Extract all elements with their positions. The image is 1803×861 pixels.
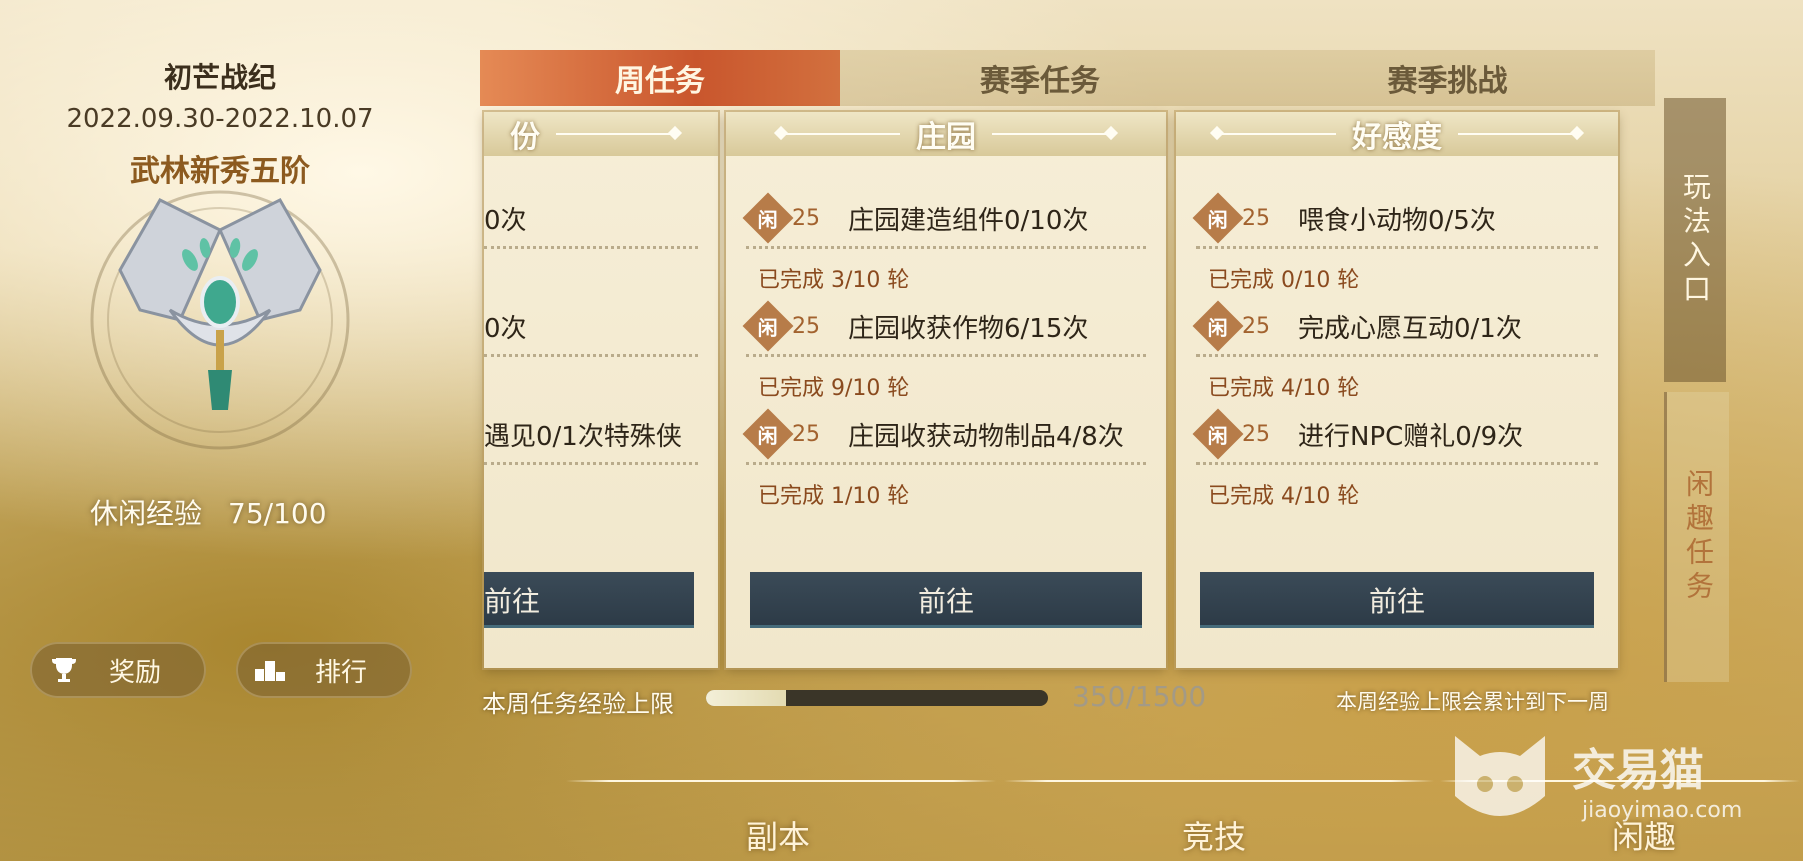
- nav-dungeon[interactable]: 副本: [746, 812, 810, 858]
- task-points: 25: [1242, 421, 1270, 447]
- task-points: 25: [1242, 313, 1270, 339]
- task-name: 0次: [484, 205, 527, 236]
- task-progress: 已完成 4/10 轮: [1208, 484, 1360, 509]
- task-card-affinity: 好感度 闲 25 喂食小动物0/5次 已完成 0/10 轮 闲 25 完成心愿互…: [1176, 112, 1618, 668]
- card-title: 好感度: [1352, 120, 1442, 155]
- task-points: 25: [792, 313, 820, 339]
- season-rank: 武林新秀五阶: [130, 154, 310, 189]
- divider: [484, 354, 698, 357]
- ranking-button[interactable]: 排行: [236, 642, 412, 698]
- divider: [746, 246, 1146, 249]
- weekly-exp-fill: [706, 690, 786, 706]
- trophy-icon: [44, 650, 84, 690]
- header-ornament: [992, 133, 1112, 135]
- leisure-exp-value: 75/100: [228, 497, 327, 530]
- divider: [1196, 246, 1598, 249]
- task-item: 闲 25 庄园收获动物制品4/8次 已完成 1/10 轮: [742, 394, 1146, 509]
- ranking-label: 排行: [314, 657, 367, 688]
- weekly-exp-value: 350/1500: [1072, 680, 1207, 713]
- card-title: 庄园: [916, 120, 976, 155]
- task-item: 闲 25 完成心愿互动0/1次 已完成 4/10 轮: [1192, 286, 1598, 401]
- rank-emblem-icon: [90, 190, 350, 450]
- task-progress: 已完成 1/10 轮: [758, 484, 910, 509]
- divider: [484, 246, 698, 249]
- tab-weekly-tasks[interactable]: 周任务: [480, 50, 840, 106]
- leisure-badge-icon: 闲: [1192, 408, 1244, 460]
- divider: [746, 354, 1146, 357]
- task-name: 庄园收获作物6/15次: [848, 313, 1089, 344]
- nav-arena[interactable]: 竞技: [1182, 812, 1246, 858]
- reward-button[interactable]: 奖励: [30, 642, 206, 698]
- go-button[interactable]: 前往: [1200, 572, 1594, 628]
- task-points: 25: [1242, 205, 1270, 231]
- divider: [1196, 462, 1598, 465]
- go-button[interactable]: 前往: [750, 572, 1142, 628]
- podium-icon: [250, 650, 290, 690]
- task-item: 0次: [484, 178, 698, 286]
- task-card-manor: 庄园 闲 25 庄园建造组件0/10次 已完成 3/10 轮 闲 25 庄园收获…: [726, 112, 1166, 668]
- tab-season-tasks[interactable]: 赛季任务: [840, 50, 1240, 106]
- weekly-exp-note: 本周经验上限会累计到下一周: [1336, 690, 1609, 714]
- leisure-badge-icon: 闲: [742, 192, 794, 244]
- divider: [746, 462, 1146, 465]
- nav-divider: [566, 780, 996, 782]
- watermark-url: jiaoyimao.com: [1582, 798, 1743, 823]
- header-ornament: [1216, 133, 1336, 135]
- leisure-badge-icon: 闲: [1192, 300, 1244, 352]
- leisure-badge-icon: 闲: [1192, 192, 1244, 244]
- reward-label: 奖励: [108, 657, 161, 688]
- weekly-exp-label: 本周任务经验上限: [482, 690, 674, 718]
- side-tab-label: 玩法入口: [1679, 172, 1712, 308]
- task-name: 0次: [484, 313, 527, 344]
- header-ornament: [780, 133, 900, 135]
- tab-season-challenge[interactable]: 赛季挑战: [1240, 50, 1655, 106]
- go-button[interactable]: 前往: [484, 572, 694, 628]
- divider: [484, 462, 698, 465]
- task-points: 25: [792, 205, 820, 231]
- divider: [1196, 354, 1598, 357]
- side-tab-label: 闲趣任务: [1682, 469, 1715, 605]
- season-title: 初芒战纪: [163, 61, 276, 94]
- task-name: 完成心愿互动0/1次: [1298, 313, 1522, 344]
- task-item: 0次: [484, 286, 698, 394]
- task-item: 闲 25 喂食小动物0/5次 已完成 0/10 轮: [1192, 178, 1598, 293]
- task-item: 闲 25 进行NPC赠礼0/9次 已完成 4/10 轮: [1192, 394, 1598, 509]
- card-title: 份: [510, 120, 540, 155]
- card-header: 庄园: [726, 112, 1166, 156]
- task-name: 庄园收获动物制品4/8次: [848, 421, 1124, 452]
- task-name: 遇见0/1次特殊侠: [484, 421, 682, 452]
- leisure-exp: 休闲经验 75/100: [90, 492, 327, 532]
- side-tab-leisure-tasks[interactable]: 闲趣任务: [1664, 392, 1729, 682]
- header-ornament: [1458, 133, 1578, 135]
- task-name: 庄园建造组件0/10次: [848, 205, 1089, 236]
- task-card-partial: 份 0次 0次 遇见0/1次特殊侠 前往: [484, 112, 718, 668]
- task-item: 闲 25 庄园收获作物6/15次 已完成 9/10 轮: [742, 286, 1146, 401]
- task-name: 喂食小动物0/5次: [1298, 205, 1496, 236]
- season-dates: 2022.09.30-2022.10.07: [66, 104, 374, 134]
- task-item: 闲 25 庄园建造组件0/10次 已完成 3/10 轮: [742, 178, 1146, 293]
- card-header: 好感度: [1176, 112, 1618, 156]
- side-tab-play-entry[interactable]: 玩法入口: [1664, 98, 1726, 382]
- leisure-badge-icon: 闲: [742, 408, 794, 460]
- watermark-brand: 交易猫: [1572, 745, 1704, 796]
- task-tabbar: 周任务 赛季任务 赛季挑战: [480, 50, 1655, 106]
- watermark-cat-icon: [1455, 736, 1545, 816]
- task-name: 进行NPC赠礼0/9次: [1298, 421, 1524, 452]
- weekly-exp-bar: [706, 690, 1048, 706]
- leisure-badge-icon: 闲: [742, 300, 794, 352]
- nav-divider: [1004, 780, 1434, 782]
- card-header: 份: [484, 112, 718, 156]
- leisure-exp-label: 休闲经验: [90, 497, 203, 530]
- task-item: 遇见0/1次特殊侠: [484, 394, 698, 502]
- task-points: 25: [792, 421, 820, 447]
- header-ornament: [556, 133, 676, 135]
